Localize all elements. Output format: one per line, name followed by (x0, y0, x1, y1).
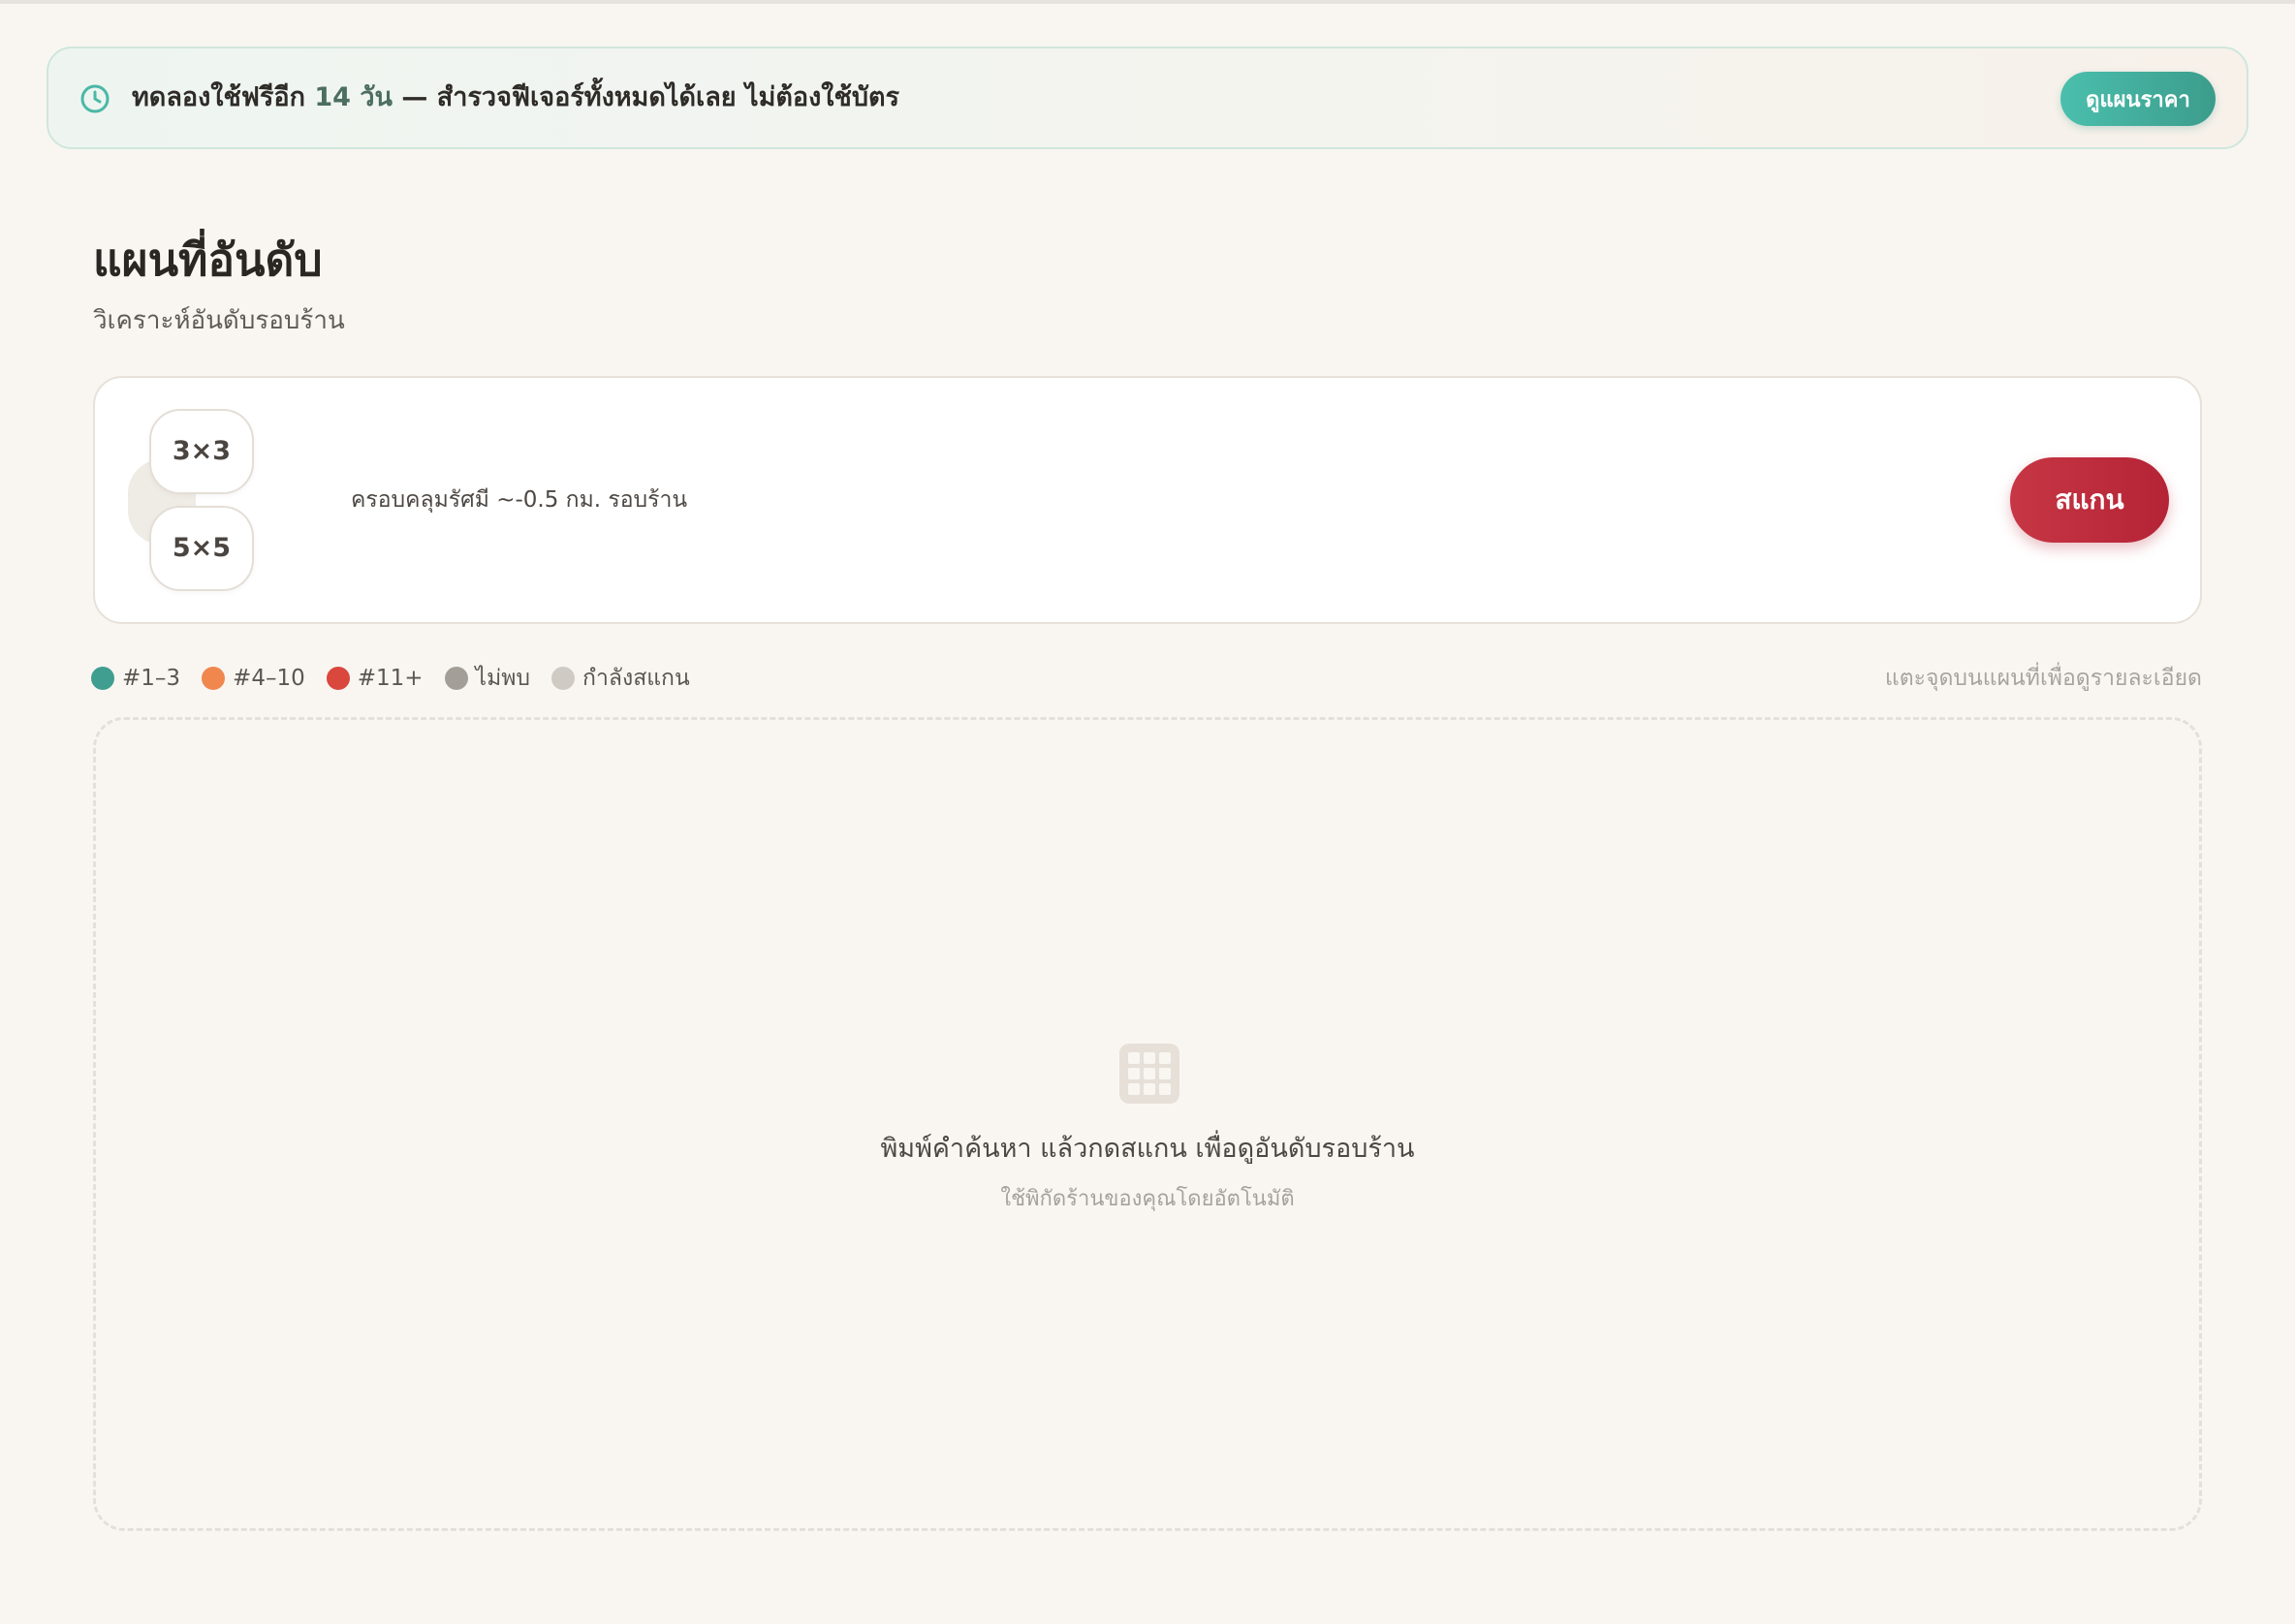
grid-option-5x5[interactable]: 5×5 (149, 506, 254, 591)
legend-label: กำลังสแกน (582, 666, 690, 691)
page-title: แผนที่อันดับ (93, 234, 323, 286)
legend-item-not-found: ไม่พบ (444, 661, 531, 696)
page-subtitle: วิเคราะห์อันดับรอบร้าน (93, 306, 345, 335)
legend-item-scanning: กำลังสแกน (551, 661, 690, 696)
legend-dot (444, 667, 468, 690)
map-hint: แตะจุดบนแผนที่เพื่อดูรายละเอียด (1884, 666, 2202, 691)
legend-item-11-plus: #11+ (326, 666, 424, 691)
trial-text-before: ทดลองใช้ฟรีอีก (132, 82, 305, 112)
legend-dot (326, 667, 350, 690)
coverage-radius-text: ครอบคลุมรัศมี ~-0.5 กม. รอบร้าน (351, 487, 688, 513)
rank-map-area[interactable]: พิมพ์คำค้นหา แล้วกดสแกน เพื่อดูอันดับรอบ… (93, 717, 2202, 1531)
view-pricing-button[interactable]: ดูแผนราคา (2060, 72, 2216, 126)
empty-state-title: พิมพ์คำค้นหา แล้วกดสแกน เพื่อดูอันดับรอบ… (880, 1134, 1415, 1164)
grid-icon (1119, 1044, 1179, 1104)
legend-label: #11+ (357, 666, 424, 691)
empty-state-subtitle: ใช้พิกัดร้านของคุณโดยอัตโนมัติ (1000, 1187, 1295, 1211)
legend-item-4-10: #4–10 (202, 666, 305, 691)
legend-dot (202, 667, 226, 690)
legend-item-top3: #1–3 (91, 666, 180, 691)
scan-button[interactable]: สแกน (2010, 457, 2169, 543)
top-border (0, 0, 2295, 4)
trial-days: 14 วัน (314, 82, 393, 112)
legend-label: ไม่พบ (475, 666, 531, 691)
legend-dot (91, 667, 114, 690)
grid-option-3x3[interactable]: 3×3 (149, 409, 254, 494)
trial-banner: ทดลองใช้ฟรีอีก 14 วัน — สำรวจฟีเจอร์ทั้ง… (47, 47, 2248, 149)
rank-legend: #1–3 #4–10 #11+ ไม่พบ กำลังสแกน (91, 659, 711, 698)
scan-controls-card: 3×3 5×5 ครอบคลุมรัศมี ~-0.5 กม. รอบร้าน … (93, 376, 2202, 624)
trial-text-after: — สำรวจฟีเจอร์ทั้งหมดได้เลย ไม่ต้องใช้บั… (401, 82, 899, 112)
trial-message: ทดลองใช้ฟรีอีก 14 วัน — สำรวจฟีเจอร์ทั้ง… (132, 48, 899, 147)
legend-dot (551, 667, 576, 690)
legend-label: #4–10 (233, 666, 305, 691)
clock-icon (80, 84, 110, 113)
legend-label: #1–3 (122, 666, 181, 691)
